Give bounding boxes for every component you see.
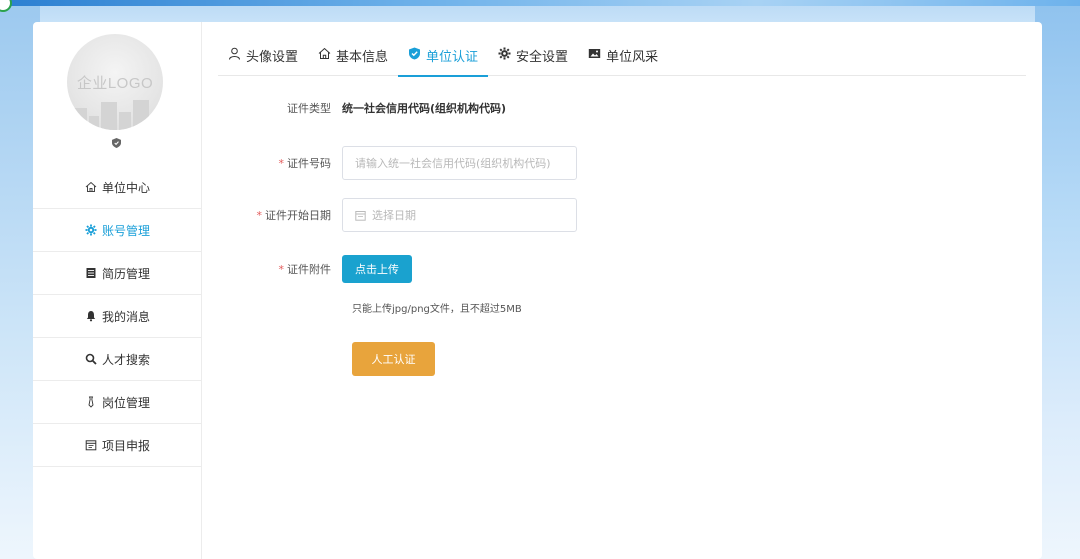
calendar-icon xyxy=(85,439,97,451)
top-banner-strip xyxy=(0,0,1080,6)
sidebar-item-label: 项目申报 xyxy=(101,438,150,453)
sidebar-item-label: 岗位管理 xyxy=(101,395,150,410)
shield-check-icon xyxy=(409,47,421,60)
home-icon xyxy=(318,47,331,59)
sidebar-item-project-declaration[interactable]: 项目申报 xyxy=(33,424,202,467)
settings-tabs: 头像设置 基本信息 单位认证 安全设置 单位风采 xyxy=(218,40,1026,77)
cert-number-label: * 证件号码 xyxy=(278,157,332,170)
cert-number-row: * 证件号码 请输入统一社会信用代码(组织机构代码) xyxy=(202,146,577,180)
document-icon xyxy=(85,267,97,279)
search-icon xyxy=(85,353,97,365)
main-panel: 头像设置 基本信息 单位认证 安全设置 单位风采 证件类型 统一社会信用代码(组… xyxy=(202,22,1042,559)
tie-icon xyxy=(85,396,97,408)
user-icon xyxy=(229,47,240,60)
start-date-row: * 证件开始日期 选择日期 xyxy=(202,198,577,232)
tab-label: 单位认证 xyxy=(426,50,479,65)
gear-icon xyxy=(85,224,97,236)
home-icon xyxy=(85,181,97,193)
attachment-label: * 证件附件 xyxy=(278,263,332,276)
manual-certification-button[interactable]: 人工认证 xyxy=(352,342,435,376)
avatar-text: 企业LOGO xyxy=(76,75,154,92)
required-mark: * xyxy=(256,209,263,222)
content-card: 企业LOGO 单位中心 账号管理 简历管理 我的消息 人才搜索 岗位管理 项目申… xyxy=(33,22,1042,559)
upload-hint: 只能上传jpg/png文件，且不超过5MB xyxy=(352,304,522,315)
tab-label: 单位风采 xyxy=(606,50,659,65)
tab-label: 安全设置 xyxy=(516,50,569,65)
start-date-picker[interactable]: 选择日期 xyxy=(342,198,577,232)
required-mark: * xyxy=(278,157,285,170)
sidebar-item-account[interactable]: 账号管理 xyxy=(33,209,202,252)
sidebar-item-label: 账号管理 xyxy=(101,223,150,238)
sidebar: 企业LOGO 单位中心 账号管理 简历管理 我的消息 人才搜索 岗位管理 项目申… xyxy=(33,22,202,559)
input-placeholder: 选择日期 xyxy=(372,209,416,222)
attachment-row: * 证件附件 点击上传 xyxy=(202,255,412,283)
bell-icon xyxy=(85,310,97,322)
tab-security-settings[interactable]: 安全设置 xyxy=(488,40,578,76)
sidebar-item-resume[interactable]: 简历管理 xyxy=(33,252,202,295)
sidebar-item-label: 人才搜索 xyxy=(101,352,150,367)
company-logo-avatar[interactable]: 企业LOGO xyxy=(67,34,163,130)
sidebar-item-messages[interactable]: 我的消息 xyxy=(33,295,202,338)
cert-type-row: 证件类型 统一社会信用代码(组织机构代码) xyxy=(202,100,506,116)
sidebar-item-unit-center[interactable]: 单位中心 xyxy=(33,166,202,209)
building-shape xyxy=(133,100,149,130)
sidebar-item-talent-search[interactable]: 人才搜索 xyxy=(33,338,202,381)
cert-number-input[interactable]: 请输入统一社会信用代码(组织机构代码) xyxy=(342,146,577,180)
tab-basic-info[interactable]: 基本信息 xyxy=(308,40,398,76)
tab-label: 基本信息 xyxy=(336,50,389,65)
input-placeholder: 请输入统一社会信用代码(组织机构代码) xyxy=(355,157,551,170)
image-icon xyxy=(588,49,601,58)
tab-unit-showcase[interactable]: 单位风采 xyxy=(578,40,668,76)
sidebar-menu: 单位中心 账号管理 简历管理 我的消息 人才搜索 岗位管理 项目申报 xyxy=(33,166,202,467)
cert-type-value: 统一社会信用代码(组织机构代码) xyxy=(342,102,507,115)
start-date-label: * 证件开始日期 xyxy=(256,209,332,222)
building-shape xyxy=(73,108,87,130)
sidebar-item-label: 单位中心 xyxy=(101,180,150,195)
tab-unit-certification[interactable]: 单位认证 xyxy=(398,40,489,77)
sidebar-item-job-management[interactable]: 岗位管理 xyxy=(33,381,202,424)
tab-avatar-settings[interactable]: 头像设置 xyxy=(218,40,308,76)
building-shape xyxy=(151,114,161,130)
tab-label: 头像设置 xyxy=(246,50,299,65)
sidebar-item-label: 我的消息 xyxy=(101,309,150,324)
upload-button[interactable]: 点击上传 xyxy=(342,255,412,283)
sidebar-item-label: 简历管理 xyxy=(101,266,150,281)
cert-type-label: 证件类型 xyxy=(287,102,331,115)
building-shape xyxy=(119,112,131,130)
required-mark: * xyxy=(278,263,285,276)
building-shape xyxy=(89,116,99,130)
gear-icon xyxy=(498,47,511,60)
calendar-icon xyxy=(355,210,366,221)
building-shape xyxy=(101,102,117,130)
verified-shield-icon xyxy=(112,138,121,148)
